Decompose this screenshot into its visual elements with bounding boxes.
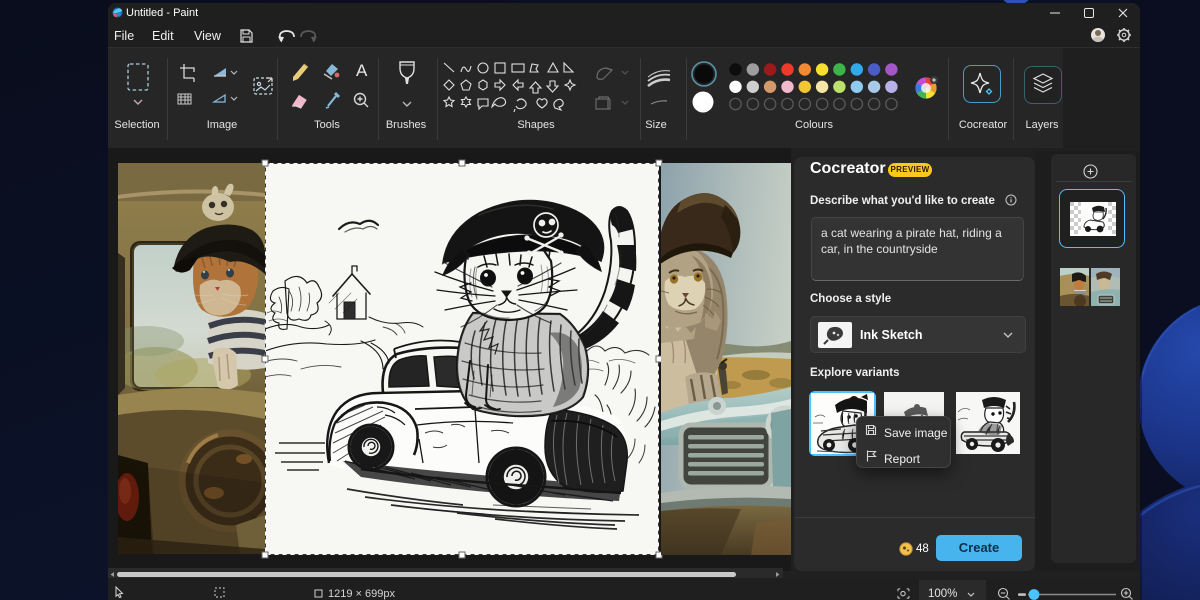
svg-text:A: A	[356, 61, 368, 80]
